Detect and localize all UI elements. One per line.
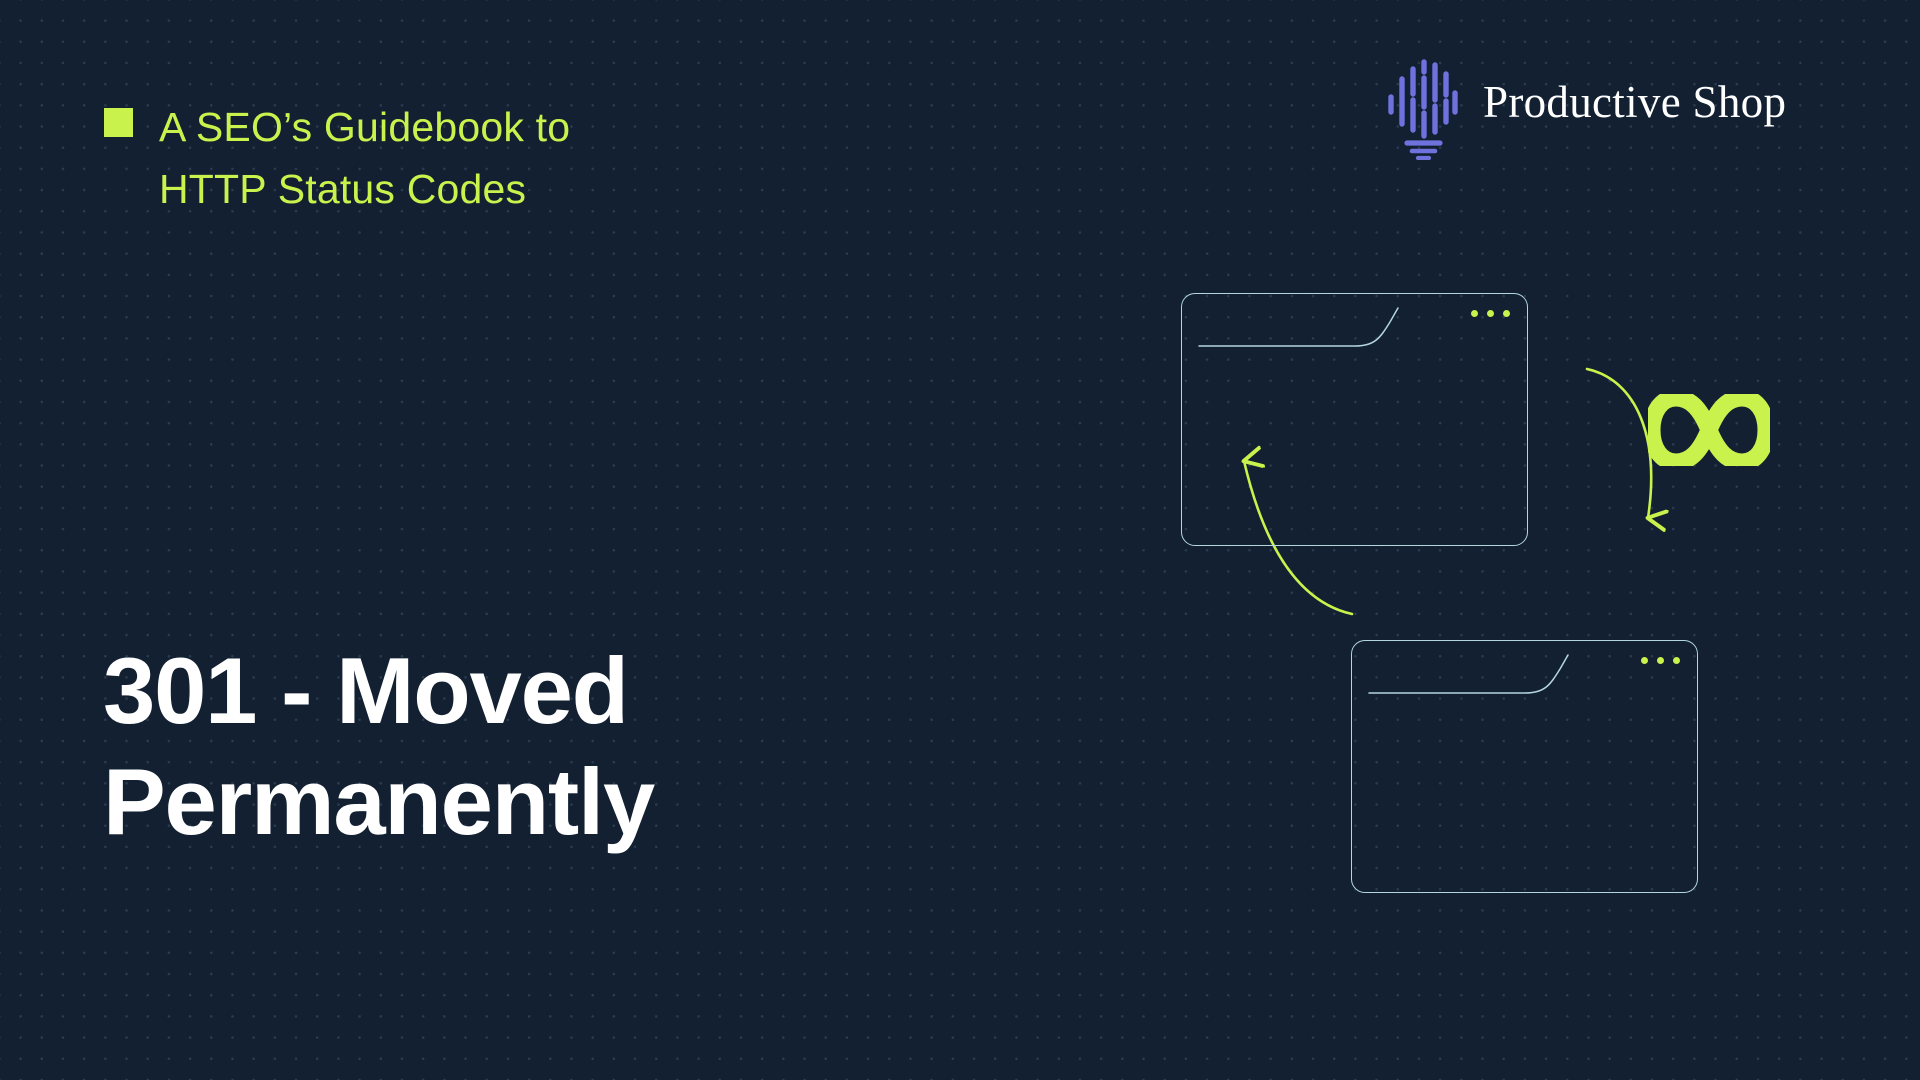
lightbulb-logo-icon: [1383, 52, 1461, 161]
source-browser-window[interactable]: [1181, 293, 1528, 546]
eyebrow-block: A SEO’s Guidebook to HTTP Status Codes: [104, 96, 570, 221]
window-tab-line-icon: [1198, 307, 1399, 347]
window-dots-icon: [1641, 657, 1680, 664]
redirect-arrow-down: [1585, 367, 1651, 518]
eyebrow-label: A SEO’s Guidebook to HTTP Status Codes: [159, 104, 571, 213]
window-chrome: [1182, 294, 1527, 545]
page-title: 301 - Moved Permanently: [103, 638, 655, 854]
redirect-illustration: [1120, 250, 1880, 930]
poster-canvas: A SEO’s Guidebook to HTTP Status Codes 3…: [0, 0, 1920, 1080]
infinity-loop-icon: [1643, 389, 1775, 471]
window-tab-line-icon: [1368, 654, 1569, 694]
destination-browser-window[interactable]: [1351, 640, 1698, 893]
brand-lockup[interactable]: Productive Shop: [1383, 52, 1787, 161]
window-chrome: [1352, 641, 1697, 892]
window-dots-icon: [1471, 310, 1510, 317]
green-square-icon: [104, 108, 133, 137]
brand-name: Productive Shop: [1483, 76, 1787, 127]
